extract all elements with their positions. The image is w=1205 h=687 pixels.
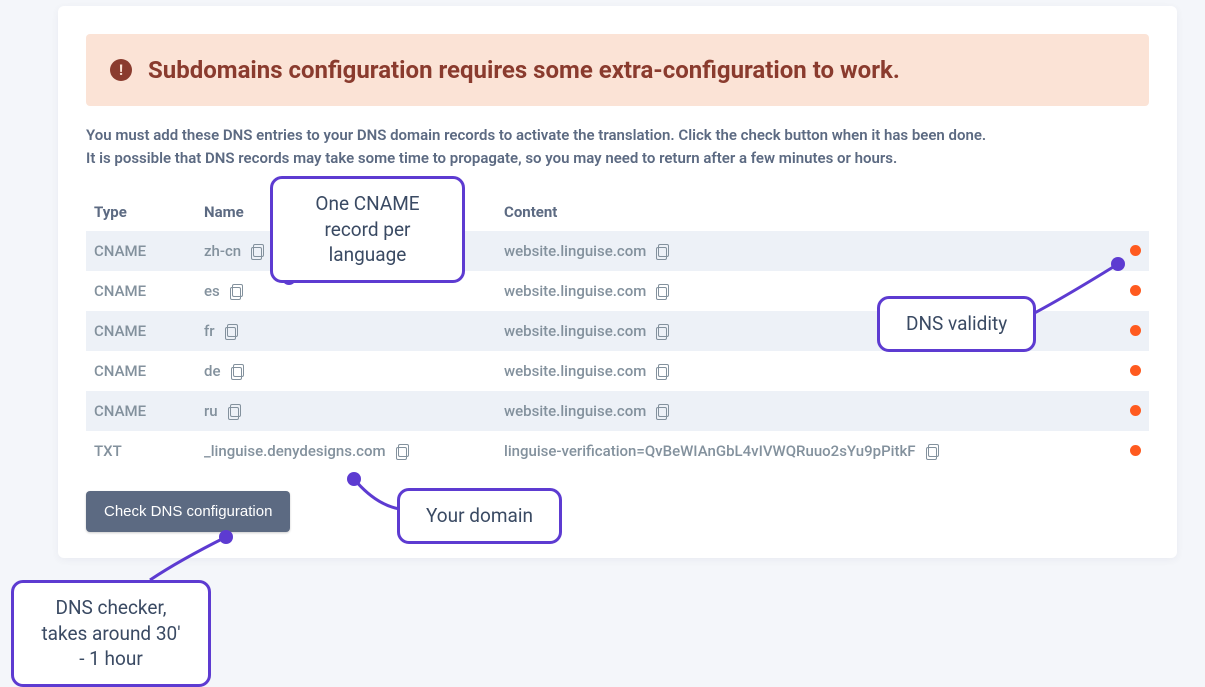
col-header-type: Type: [94, 203, 204, 221]
table-header-row: Type Name Content: [86, 193, 1149, 231]
alert-title: Subdomains configuration requires some e…: [148, 56, 900, 84]
record-name-text: es: [204, 282, 220, 300]
record-content-text: linguise-verification=QvBeWIAnGbL4vIVWQR…: [504, 442, 916, 460]
cell-type: TXT: [94, 442, 204, 460]
status-dot: [1130, 325, 1141, 336]
record-content-text: website.linguise.com: [504, 322, 646, 340]
callout-dot: [347, 472, 361, 486]
copy-icon[interactable]: [396, 444, 410, 458]
callout-dot: [219, 530, 233, 544]
check-dns-button[interactable]: Check DNS configuration: [86, 491, 290, 532]
cell-content: linguise-verification=QvBeWIAnGbL4vIVWQR…: [504, 442, 1101, 460]
callout-domain: Your domain: [397, 488, 562, 544]
record-content-text: website.linguise.com: [504, 282, 646, 300]
copy-icon[interactable]: [225, 324, 239, 338]
cell-type: CNAME: [94, 282, 204, 300]
copy-icon[interactable]: [656, 284, 670, 298]
status-dot: [1130, 365, 1141, 376]
copy-icon[interactable]: [656, 404, 670, 418]
cell-content: website.linguise.com: [504, 362, 1101, 380]
cell-content: website.linguise.com: [504, 242, 1101, 260]
status-dot: [1130, 405, 1141, 416]
instructions-text: You must add these DNS entries to your D…: [86, 124, 1149, 171]
cell-type: CNAME: [94, 322, 204, 340]
copy-icon[interactable]: [251, 244, 265, 258]
table-row: TXT_linguise.denydesigns.com linguise-ver…: [86, 431, 1149, 471]
record-name-text: fr: [204, 322, 215, 340]
instructions-line-2: It is possible that DNS records may take…: [86, 147, 1149, 170]
record-name-text: _linguise.denydesigns.com: [204, 442, 386, 460]
alert-banner: ! Subdomains configuration requires some…: [86, 34, 1149, 106]
record-name-text: de: [204, 362, 221, 380]
callout-cname: One CNAME record per language: [270, 176, 465, 283]
copy-icon[interactable]: [656, 324, 670, 338]
callout-checker: DNS checker, takes around 30' - 1 hour: [11, 580, 211, 687]
callout-validity: DNS validity: [877, 296, 1036, 352]
table-row: CNAMEru website.linguise.com: [86, 391, 1149, 431]
copy-icon[interactable]: [656, 244, 670, 258]
cell-type: CNAME: [94, 402, 204, 420]
table-row: CNAMEzh-cn website.linguise.com: [86, 231, 1149, 271]
dns-config-card: ! Subdomains configuration requires some…: [58, 6, 1177, 558]
copy-icon[interactable]: [656, 364, 670, 378]
table-row: CNAMEde website.linguise.com: [86, 351, 1149, 391]
cell-name: ru: [204, 402, 504, 420]
cell-name: es: [204, 282, 504, 300]
warning-icon: !: [110, 59, 132, 81]
copy-icon[interactable]: [231, 364, 245, 378]
copy-icon[interactable]: [228, 404, 242, 418]
record-name-text: ru: [204, 402, 218, 420]
record-content-text: website.linguise.com: [504, 362, 646, 380]
copy-icon[interactable]: [230, 284, 244, 298]
status-dot: [1130, 245, 1141, 256]
instructions-line-1: You must add these DNS entries to your D…: [86, 124, 1149, 147]
status-dot: [1130, 285, 1141, 296]
record-content-text: website.linguise.com: [504, 242, 646, 260]
status-dot: [1130, 445, 1141, 456]
cell-type: CNAME: [94, 242, 204, 260]
cell-name: _linguise.denydesigns.com: [204, 442, 504, 460]
col-header-content: Content: [504, 203, 1101, 221]
cell-type: CNAME: [94, 362, 204, 380]
copy-icon[interactable]: [926, 444, 940, 458]
cell-name: fr: [204, 322, 504, 340]
record-content-text: website.linguise.com: [504, 402, 646, 420]
cell-name: de: [204, 362, 504, 380]
record-name-text: zh-cn: [204, 242, 241, 260]
cell-content: website.linguise.com: [504, 402, 1101, 420]
callout-dot: [1111, 257, 1125, 271]
